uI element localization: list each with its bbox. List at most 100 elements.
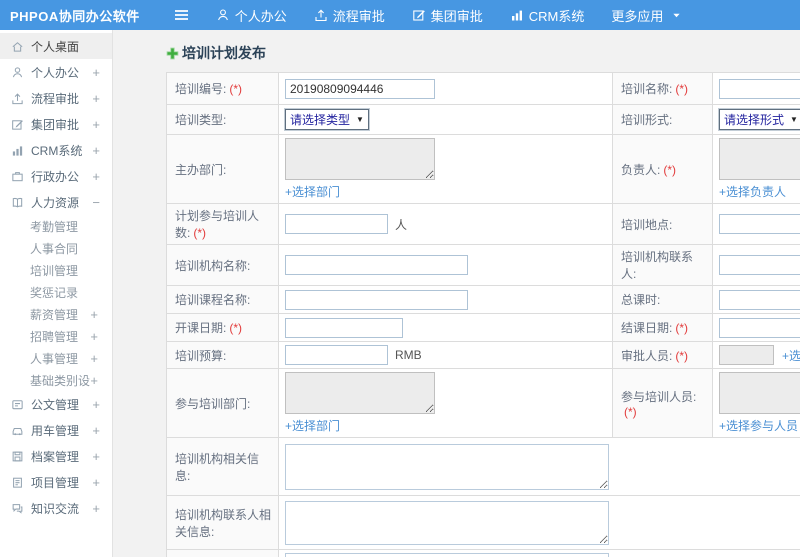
expand-plus-icon: + (92, 142, 100, 158)
sidebar-item-admin-office[interactable]: 行政办公 + (0, 163, 112, 189)
field-label: 总课时: (621, 293, 661, 307)
topnav-workflow-approval[interactable]: 流程审批 (314, 6, 385, 25)
chevron-down-icon: ▼ (356, 115, 364, 124)
unit-person: 人 (395, 217, 408, 232)
sidebar-item-group-approval[interactable]: 集团审批 + (0, 111, 112, 137)
total-hours-input[interactable] (719, 289, 800, 310)
expand-plus-icon: + (92, 474, 100, 490)
sidebar-item-label: 公文管理 (31, 397, 80, 412)
required-marker: (*) (675, 82, 689, 96)
document-icon (11, 398, 24, 411)
briefcase-icon (11, 170, 24, 183)
chevron-down-icon: ▼ (790, 115, 798, 124)
sidebar-subitem-base-category[interactable]: 基础类别设置 + (0, 369, 112, 391)
planned-count-input[interactable] (285, 214, 388, 234)
training-form-select[interactable]: 请选择形式 ▼ (719, 109, 800, 130)
sidebar-item-human-resources[interactable]: 人力资源 − (0, 189, 112, 215)
expand-plus-icon: + (92, 448, 100, 464)
join-staff-textarea[interactable] (719, 372, 800, 414)
expand-plus-icon: + (92, 64, 100, 80)
select-approver-link[interactable]: +选择审批人员 (782, 347, 800, 364)
add-plus-icon (166, 47, 179, 60)
required-marker: (*) (229, 321, 243, 335)
user-icon (216, 8, 230, 22)
required-marker: (*) (193, 226, 207, 240)
budget-input[interactable] (285, 345, 388, 365)
top-bar: PHPOA协同办公软件 个人办公 流程审批 集团审批 CRM系统 更多应用 (0, 0, 800, 30)
sidebar-item-crm-system[interactable]: CRM系统 + (0, 137, 112, 163)
course-name-input[interactable] (285, 289, 468, 310)
topnav-crm-system[interactable]: CRM系统 (510, 6, 584, 25)
field-label: 培训机构名称: (175, 258, 251, 273)
sidebar-item-archive-mgmt[interactable]: 档案管理 + (0, 443, 112, 469)
leader-textarea[interactable] (719, 138, 800, 180)
field-label: 培训形式: (621, 113, 673, 127)
join-dept-textarea[interactable] (285, 372, 435, 414)
sidebar: 个人桌面 个人办公 + 流程审批 + 集团审批 + CRM系统 + 行政办公 +… (0, 30, 113, 557)
select-join-dept-link[interactable]: +选择部门 (285, 417, 340, 434)
approver-input[interactable] (719, 345, 774, 365)
sidebar-item-knowledge-exchange[interactable]: 知识交流 + (0, 495, 112, 521)
org-contact-input[interactable] (719, 255, 800, 275)
expand-plus-icon: + (92, 422, 100, 438)
end-date-input[interactable] (719, 317, 800, 338)
required-marker: (*) (675, 321, 689, 335)
select-dept-link[interactable]: +选择部门 (285, 183, 340, 200)
upload-icon (11, 92, 24, 105)
expand-plus-icon: + (90, 328, 98, 344)
home-icon (11, 40, 24, 53)
sidebar-subitem-training-mgmt[interactable]: 培训管理 (0, 259, 112, 281)
field-label: 培训预算: (175, 348, 227, 363)
field-label: 培训编号: (175, 82, 227, 96)
sidebar-item-personal-desktop[interactable]: 个人桌面 (0, 33, 112, 59)
topnav-label: 流程审批 (332, 8, 385, 24)
field-label: 培训类型: (175, 113, 227, 127)
sidebar-item-workflow-approval[interactable]: 流程审批 + (0, 85, 112, 111)
sidebar-item-label: 个人桌面 (31, 39, 80, 54)
training-type-select[interactable]: 请选择类型 ▼ (285, 109, 369, 130)
sidebar-item-label: 知识交流 (31, 501, 80, 516)
training-name-input[interactable] (719, 78, 800, 99)
sidebar-item-document-mgmt[interactable]: 公文管理 + (0, 391, 112, 417)
form-row-host-dept: 主办部门: +选择部门 负责人: (*) +选择负责人 (166, 134, 800, 204)
chevron-down-icon (672, 11, 681, 20)
requirements-textarea[interactable] (285, 553, 609, 557)
select-join-staff-link[interactable]: +选择参与人员 (719, 417, 798, 434)
sidebar-item-vehicle-mgmt[interactable]: 用车管理 + (0, 417, 112, 443)
form-row-org-contact-info: 培训机构联系人相关信息: (166, 495, 800, 550)
select-leader-link[interactable]: +选择负责人 (719, 183, 786, 200)
topnav-group-approval[interactable]: 集团审批 (412, 6, 483, 25)
sidebar-item-label: 行政办公 (31, 169, 80, 184)
sidebar-subitem-reward-records[interactable]: 奖惩记录 (0, 281, 112, 303)
sidebar-subitem-personnel-mgmt[interactable]: 人事管理 + (0, 347, 112, 369)
sidebar-item-project-mgmt[interactable]: 项目管理 + (0, 469, 112, 495)
form-row-start-date: 开课日期: (*) 结课日期: (*) (166, 313, 800, 342)
hamburger-menu-icon[interactable] (174, 9, 189, 21)
expand-plus-icon: + (90, 372, 98, 388)
required-marker: (*) (624, 404, 637, 419)
field-label: 培训机构联系人: (621, 250, 694, 281)
sidebar-item-label: 档案管理 (31, 449, 80, 464)
topnav-personal-office[interactable]: 个人办公 (216, 6, 287, 25)
org-name-input[interactable] (285, 255, 468, 275)
topnav-more-apps[interactable]: 更多应用 (611, 6, 681, 25)
sidebar-subitem-recruit-mgmt[interactable]: 招聘管理 + (0, 325, 112, 347)
org-contact-info-textarea[interactable] (285, 500, 609, 545)
sidebar-subitem-attendance-mgmt[interactable]: 考勤管理 (0, 215, 112, 237)
host-dept-textarea[interactable] (285, 138, 435, 180)
sidebar-item-label: CRM系统 (31, 143, 83, 158)
start-date-input[interactable] (285, 317, 403, 338)
expand-plus-icon: + (90, 350, 98, 366)
sidebar-item-personal-office[interactable]: 个人办公 + (0, 59, 112, 85)
sidebar-subitem-hr-contract[interactable]: 人事合同 (0, 237, 112, 259)
app-title: PHPOA协同办公软件 (10, 8, 140, 24)
expand-plus-icon: + (90, 306, 98, 322)
org-info-textarea[interactable] (285, 443, 609, 490)
expand-plus-icon: + (92, 500, 100, 516)
training-no-input[interactable] (285, 78, 435, 99)
field-label: 结课日期: (621, 321, 673, 335)
field-label: 培训课程名称: (175, 293, 251, 307)
book-icon (11, 196, 24, 209)
sidebar-subitem-salary-mgmt[interactable]: 薪资管理 + (0, 303, 112, 325)
location-input[interactable] (719, 214, 800, 234)
